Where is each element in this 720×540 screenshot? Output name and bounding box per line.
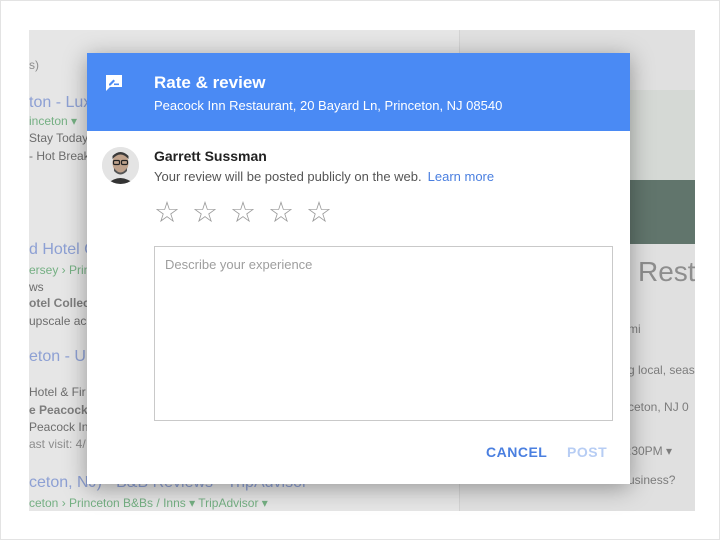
avatar	[102, 147, 139, 184]
public-notice-text: Your review will be posted publicly on t…	[154, 169, 422, 184]
post-button[interactable]: POST	[567, 444, 607, 460]
star-4-icon[interactable]: ☆	[268, 197, 306, 229]
place-address: Peacock Inn Restaurant, 20 Bayard Ln, Pr…	[154, 98, 503, 113]
dialog-header: Rate & review Peacock Inn Restaurant, 20…	[87, 53, 630, 131]
star-2-icon[interactable]: ☆	[192, 197, 230, 229]
reviewer-name: Garrett Sussman	[154, 148, 267, 164]
review-textarea[interactable]	[154, 246, 613, 421]
dialog-title: Rate & review	[154, 73, 266, 92]
cancel-button[interactable]: CANCEL	[486, 444, 547, 460]
star-1-icon[interactable]: ☆	[154, 197, 192, 229]
star-rating: ☆ ☆ ☆ ☆ ☆	[154, 197, 344, 229]
star-3-icon[interactable]: ☆	[230, 197, 268, 229]
rate-review-icon	[104, 73, 124, 93]
rate-review-dialog: Rate & review Peacock Inn Restaurant, 20…	[87, 53, 630, 484]
public-notice: Your review will be posted publicly on t…	[154, 169, 494, 184]
star-5-icon[interactable]: ☆	[306, 197, 344, 229]
learn-more-link[interactable]: Learn more	[428, 169, 494, 184]
